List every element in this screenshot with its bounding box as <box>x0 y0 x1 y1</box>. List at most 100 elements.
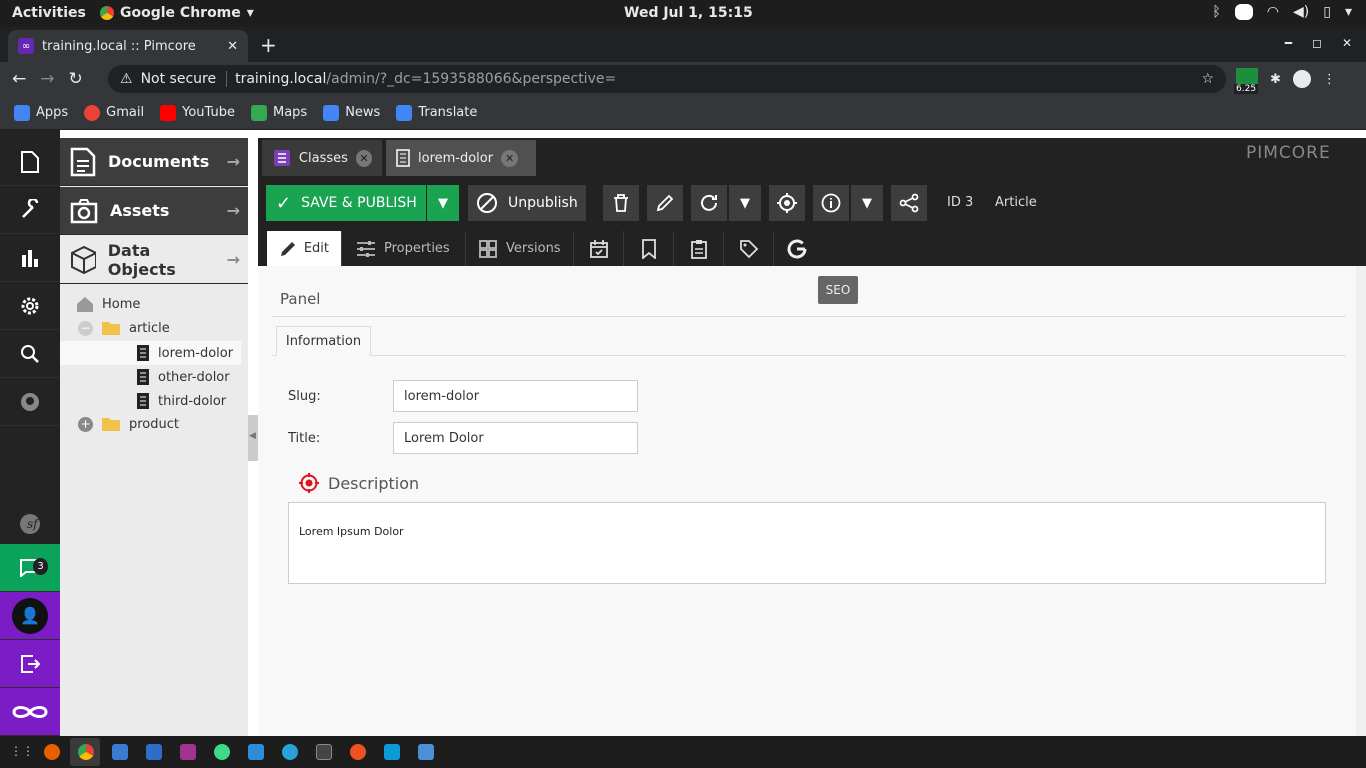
tree-node-other-dolor[interactable]: other-dolor <box>136 368 230 386</box>
office-icon[interactable] <box>146 744 162 760</box>
tab-notes[interactable] <box>624 231 674 266</box>
tab-tasks[interactable] <box>674 231 724 266</box>
new-tab-button[interactable]: + <box>260 33 277 57</box>
arrow-right-icon[interactable]: → <box>227 201 240 220</box>
slug-input[interactable]: lorem-dolor <box>393 380 638 412</box>
user-profile-button[interactable]: 👤 <box>0 592 60 640</box>
address-bar[interactable]: ⚠ Not secure training.local /admin/?_dc=… <box>108 65 1226 93</box>
scrollbar[interactable] <box>1356 266 1366 736</box>
clock[interactable]: Wed Jul 1, 15:15 <box>624 5 753 21</box>
tools-menu-button[interactable] <box>0 186 60 234</box>
chrome-icon[interactable] <box>78 744 94 760</box>
logout-button[interactable] <box>0 640 60 688</box>
arrow-right-icon[interactable]: → <box>227 152 240 171</box>
search-menu-button[interactable] <box>0 330 60 378</box>
bookmark-gmail[interactable]: Gmail <box>84 104 144 121</box>
extension-icon[interactable]: 6.25 <box>1234 68 1259 94</box>
notifications-button[interactable]: 3 <box>0 544 60 592</box>
terminal-icon[interactable] <box>316 744 332 760</box>
phpstorm-icon[interactable] <box>180 744 196 760</box>
pimcore-favicon-icon: ∞ <box>18 38 34 54</box>
telegram-icon[interactable] <box>282 744 298 760</box>
tab-schedule[interactable] <box>574 231 624 266</box>
browser-tab[interactable]: ∞ training.local :: Pimcore ✕ <box>8 30 248 62</box>
android-studio-icon[interactable] <box>214 744 230 760</box>
description-text[interactable]: Lorem Ipsum Dolor <box>299 525 404 538</box>
forward-button[interactable]: → <box>40 69 54 89</box>
panel-splitter[interactable]: ◀ <box>248 415 258 461</box>
bookmark-news[interactable]: News <box>323 104 381 121</box>
data-objects-section[interactable]: Data Objects → <box>60 236 248 284</box>
postman-icon[interactable] <box>350 744 366 760</box>
wrench-icon <box>22 198 39 218</box>
bookmark-apps[interactable]: Apps <box>14 104 68 121</box>
tab-seo[interactable] <box>774 231 820 266</box>
delete-button[interactable] <box>603 185 639 221</box>
reload-button[interactable]: ↻ <box>69 69 83 89</box>
expand-icon[interactable]: + <box>78 416 93 432</box>
close-tab-icon[interactable]: ✕ <box>227 39 238 54</box>
collapse-icon[interactable]: − <box>78 320 93 336</box>
firefox-icon[interactable] <box>44 744 60 760</box>
tree-node-lorem-dolor[interactable]: lorem-dolor <box>136 344 233 362</box>
close-tab-icon[interactable]: ✕ <box>501 149 519 167</box>
rename-button[interactable] <box>647 185 683 221</box>
activities-button[interactable]: Activities <box>12 5 86 21</box>
symfony-button[interactable]: sf <box>0 500 60 548</box>
tree-node-article[interactable]: − article <box>78 320 170 336</box>
tab-edit[interactable]: Edit <box>267 231 342 266</box>
reload-options-dropdown[interactable]: ▼ <box>729 185 761 221</box>
system-tray[interactable]: ᛒ ◠ ◀) ▯ ▾ <box>1212 4 1352 20</box>
github-button[interactable] <box>0 378 60 426</box>
app-menu[interactable]: Google Chrome ▾ <box>100 5 254 21</box>
security-label[interactable]: Not secure <box>141 71 217 87</box>
camera-icon <box>70 198 98 223</box>
plane-icon[interactable] <box>248 744 264 760</box>
file-menu-button[interactable] <box>0 138 60 186</box>
tab-properties[interactable]: Properties <box>344 231 466 266</box>
bookmark-label: News <box>345 105 381 120</box>
unpublish-button[interactable]: Unpublish <box>468 185 586 221</box>
bookmark-star-icon[interactable]: ☆ <box>1201 71 1214 87</box>
puzzle-icon[interactable]: ✱ <box>1270 72 1281 87</box>
assets-section[interactable]: Assets → <box>60 187 248 235</box>
title-input[interactable]: Lorem Dolor <box>393 422 638 454</box>
main-nav-rail: sf 3 👤 <box>0 130 60 736</box>
pimcore-logo-button[interactable] <box>0 688 60 736</box>
tab-tags[interactable] <box>724 231 774 266</box>
bookmark-translate[interactable]: Translate <box>396 104 477 121</box>
share-button[interactable] <box>891 185 927 221</box>
reload-button[interactable] <box>691 185 727 221</box>
bookmark-youtube[interactable]: YouTube <box>160 104 235 121</box>
skype-icon[interactable] <box>384 744 400 760</box>
tree-node-third-dolor[interactable]: third-dolor <box>136 392 226 410</box>
extension-badge: 6.25 <box>1234 84 1259 94</box>
close-window-button[interactable]: ✕ <box>1342 36 1352 50</box>
info-button[interactable] <box>813 185 849 221</box>
save-options-dropdown[interactable]: ▼ <box>427 185 459 221</box>
tab-lorem-dolor[interactable]: lorem-dolor ✕ <box>386 140 536 176</box>
documents-section[interactable]: Documents → <box>60 138 248 186</box>
minimize-button[interactable]: ━ <box>1285 36 1292 50</box>
virtualbox-icon[interactable] <box>418 744 434 760</box>
save-publish-button[interactable]: ✓ SAVE & PUBLISH <box>266 185 426 221</box>
kebab-menu-icon[interactable]: ⋮ <box>1323 72 1336 87</box>
bookmark-maps[interactable]: Maps <box>250 104 307 121</box>
arrow-right-icon[interactable]: → <box>227 250 240 269</box>
show-in-tree-button[interactable] <box>769 185 805 221</box>
text-editor-icon[interactable] <box>112 744 128 760</box>
tree-node-home[interactable]: Home <box>76 296 140 312</box>
tree-node-product[interactable]: + product <box>78 416 179 432</box>
back-button[interactable]: ← <box>12 69 26 89</box>
object-icon <box>137 393 149 409</box>
marketing-menu-button[interactable] <box>0 234 60 282</box>
settings-menu-button[interactable] <box>0 282 60 330</box>
tab-versions[interactable]: Versions <box>466 231 574 266</box>
profile-icon[interactable] <box>1292 70 1311 88</box>
tab-information[interactable]: Information <box>276 326 371 356</box>
info-options-dropdown[interactable]: ▼ <box>851 185 883 221</box>
close-tab-icon[interactable]: ✕ <box>355 149 372 167</box>
maximize-button[interactable]: ◻ <box>1312 36 1322 50</box>
tab-classes[interactable]: Classes ✕ <box>262 140 382 176</box>
app-grid-icon[interactable]: ⋮⋮ <box>10 744 34 758</box>
